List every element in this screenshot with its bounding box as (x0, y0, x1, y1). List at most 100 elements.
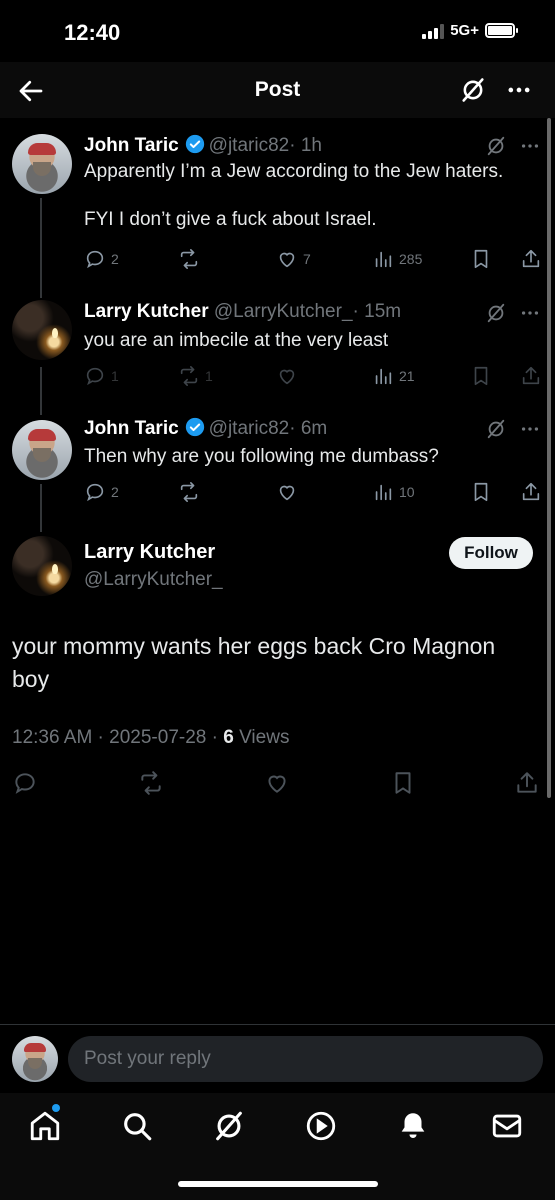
post-actions: 2 7 285 (84, 246, 544, 272)
reply-icon (86, 367, 104, 386)
views-count: 21 (399, 368, 415, 384)
views-icon (375, 368, 392, 385)
repost-icon (180, 366, 198, 386)
views-icon (375, 251, 392, 268)
tab-search[interactable] (120, 1109, 154, 1143)
repost-button[interactable]: 1 (178, 363, 213, 389)
author-handle[interactable]: @LarryKutcher_ (84, 569, 223, 591)
reply-button[interactable]: 2 (84, 246, 119, 272)
share-icon (522, 366, 540, 385)
author-name[interactable]: John Taric (84, 418, 179, 439)
author-name[interactable]: Larry Kutcher (84, 301, 209, 322)
signal-icon (422, 23, 445, 39)
more-options-icon[interactable] (519, 302, 541, 324)
more-options-icon[interactable] (505, 76, 533, 104)
tab-notifications[interactable] (396, 1109, 430, 1143)
status-time: 12:40 (64, 20, 121, 45)
grok-icon[interactable] (485, 418, 507, 440)
status-indicators: 5G+ (422, 22, 518, 39)
bookmark-button[interactable] (470, 363, 492, 389)
follow-button[interactable]: Follow (449, 537, 533, 569)
views-button[interactable]: 21 (372, 363, 415, 389)
reply-icon (86, 483, 104, 502)
post-text-line: FYI I don’t give a fuck about Israel. (84, 209, 377, 230)
author-name[interactable]: John Taric (84, 135, 179, 156)
notification-dot (52, 1104, 60, 1112)
avatar[interactable] (12, 420, 72, 480)
reply-input[interactable] (68, 1036, 543, 1082)
post-timestamp: 12:36 AM · 2025-07-28 · 6 Views (12, 727, 289, 749)
verified-badge-icon (185, 134, 204, 154)
post-meta: John Taric @jtaric82· 6m (84, 417, 327, 440)
post-text: Then why are you following me dumbass? (84, 445, 439, 469)
tab-home[interactable] (28, 1109, 62, 1143)
post-time: · 1h (289, 135, 322, 156)
post-text-line: you are an imbecile at the very least (84, 330, 389, 351)
views-count: 285 (399, 251, 423, 267)
avatar[interactable] (12, 536, 72, 596)
share-button[interactable] (520, 363, 542, 389)
thread-line (40, 367, 42, 415)
heart-icon[interactable] (264, 770, 290, 796)
grok-icon[interactable] (459, 76, 487, 104)
tab-messages[interactable] (490, 1109, 524, 1143)
grok-icon[interactable] (485, 135, 507, 157)
reply-count: 2 (111, 251, 119, 267)
more-options-icon[interactable] (519, 418, 541, 440)
bookmark-icon (474, 249, 488, 269)
author-handle[interactable]: @jtaric82 (209, 418, 290, 439)
reply-icon[interactable] (12, 770, 38, 796)
views-button[interactable]: 285 (372, 246, 422, 272)
share-button[interactable] (520, 246, 542, 272)
avatar[interactable] (12, 300, 72, 360)
repost-icon[interactable] (138, 770, 164, 796)
heart-icon (279, 485, 295, 501)
share-button[interactable] (520, 479, 542, 505)
main-post-text: your mommy wants her eggs back Cro Magno… (12, 633, 496, 692)
reply-count: 2 (111, 484, 119, 500)
bookmark-icon[interactable] (390, 770, 416, 796)
mail-icon (492, 1114, 522, 1138)
views-button[interactable]: 10 (372, 479, 415, 505)
bell-icon (401, 1113, 425, 1139)
bookmark-button[interactable] (470, 479, 492, 505)
post-time: · 15m (352, 301, 402, 322)
reply-button[interactable]: 2 (84, 479, 119, 505)
like-count: 7 (303, 251, 311, 267)
post-text-line: Apparently I’m a Jew according to the Je… (84, 161, 504, 182)
timestamp-text: 12:36 AM · 2025-07-28 · (12, 727, 224, 748)
reply-button[interactable]: 1 (84, 363, 119, 389)
bookmark-button[interactable] (470, 246, 492, 272)
top-bar: Post (0, 62, 555, 118)
author-handle[interactable]: @jtaric82 (209, 135, 290, 156)
share-icon[interactable] (514, 770, 540, 796)
tab-video[interactable] (304, 1109, 338, 1143)
like-button[interactable] (276, 479, 298, 505)
views-count: 10 (399, 484, 415, 500)
tab-grok[interactable] (212, 1109, 246, 1143)
avatar[interactable] (12, 134, 72, 194)
repost-icon (180, 482, 198, 502)
post-time: · 6m (289, 418, 328, 439)
heart-icon (279, 369, 295, 385)
post-actions: 2 10 (84, 479, 544, 505)
more-options-icon[interactable] (519, 135, 541, 157)
repost-count: 1 (205, 368, 213, 384)
like-button[interactable] (276, 363, 298, 389)
network-label: 5G+ (450, 22, 479, 39)
repost-button[interactable] (178, 246, 200, 272)
grok-icon[interactable] (485, 302, 507, 324)
author-name[interactable]: Larry Kutcher (84, 541, 215, 564)
bookmark-icon (474, 482, 488, 502)
heart-icon (279, 252, 295, 268)
scrollbar[interactable] (547, 118, 551, 798)
views-label: Views (233, 727, 290, 748)
thread-line (40, 484, 42, 532)
like-button[interactable]: 7 (276, 246, 311, 272)
author-handle[interactable]: @LarryKutcher_ (214, 301, 353, 322)
thread-line (40, 198, 42, 298)
reply-bar (0, 1025, 555, 1093)
repost-button[interactable] (178, 479, 200, 505)
main-post-actions (12, 770, 542, 798)
avatar (12, 1036, 58, 1082)
